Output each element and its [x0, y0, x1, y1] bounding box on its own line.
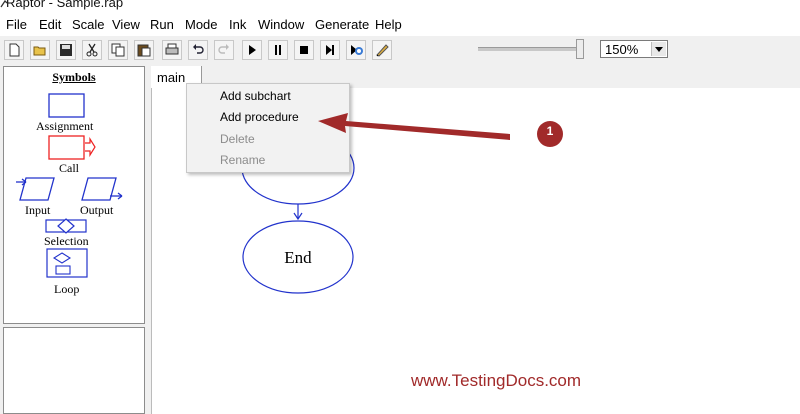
annotation-badge-label: 1	[546, 124, 554, 138]
annotation-arrow	[318, 113, 563, 147]
watermark: www.TestingDocs.com	[411, 371, 582, 390]
